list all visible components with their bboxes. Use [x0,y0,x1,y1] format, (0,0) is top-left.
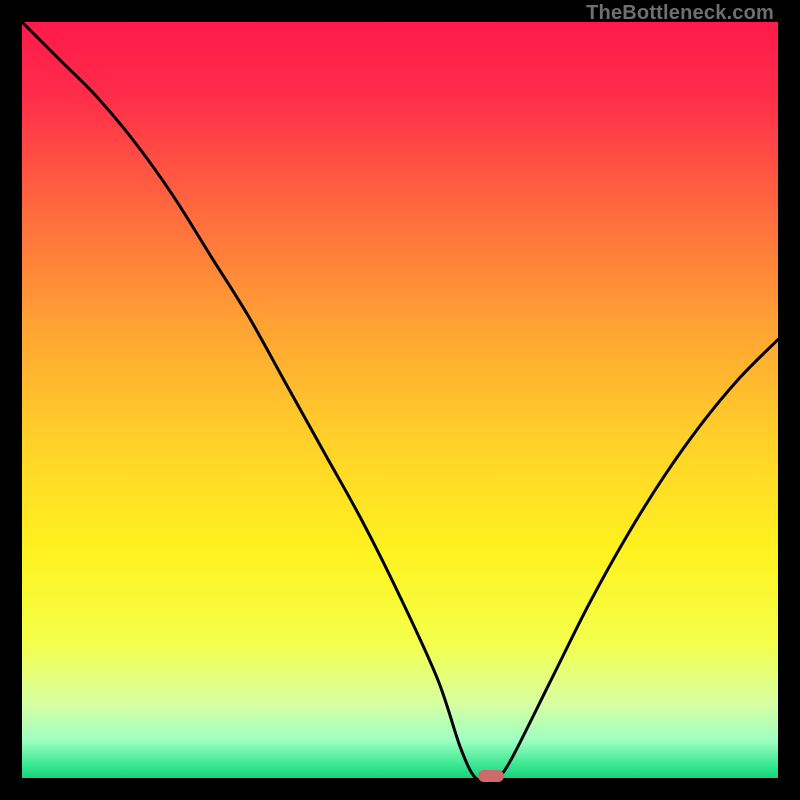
optimal-marker [478,770,504,782]
plot-background [22,22,778,778]
chart-frame: TheBottleneck.com [0,0,800,800]
